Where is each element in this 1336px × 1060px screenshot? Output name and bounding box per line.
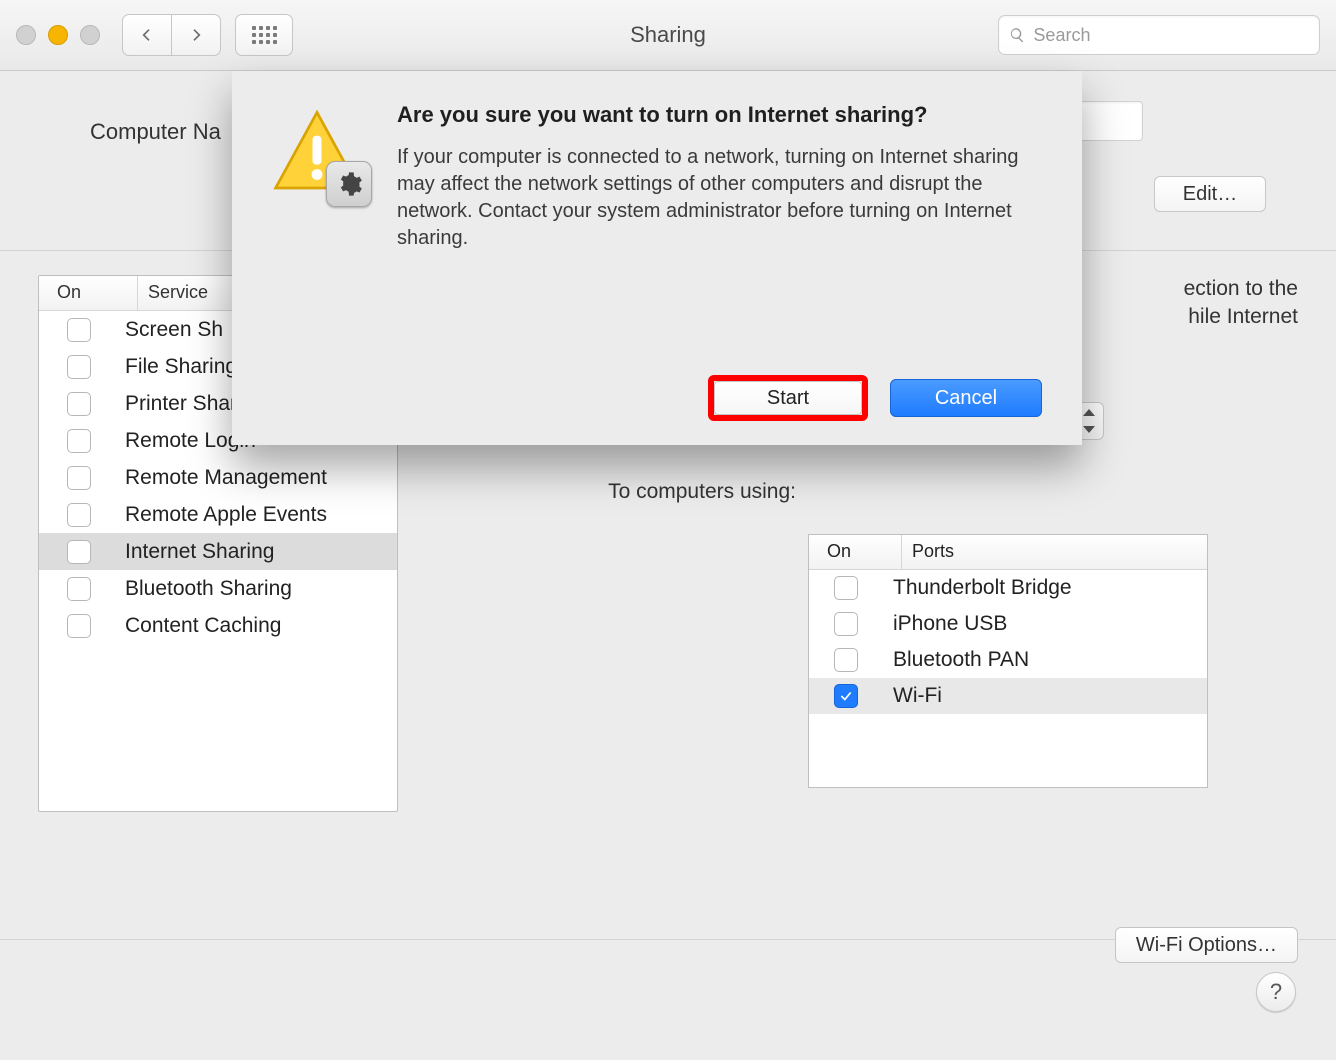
port-row[interactable]: Wi-Fi xyxy=(809,678,1207,714)
service-checkbox[interactable] xyxy=(67,466,91,490)
port-label: iPhone USB xyxy=(883,612,1007,636)
ports-table[interactable]: On Ports Thunderbolt Bridge iPhone USB Blu… xyxy=(808,534,1208,788)
window-controls xyxy=(16,25,100,45)
service-label: Content Caching xyxy=(119,614,397,638)
warning-icon xyxy=(272,107,377,421)
service-checkbox[interactable] xyxy=(67,429,91,453)
port-label: Bluetooth PAN xyxy=(883,648,1029,672)
service-checkbox[interactable] xyxy=(67,318,91,342)
zoom-window-button[interactable] xyxy=(80,25,100,45)
search-icon xyxy=(1009,26,1025,44)
to-computers-label: To computers using: xyxy=(438,474,808,504)
service-label: Remote Apple Events xyxy=(119,503,397,527)
forward-button[interactable] xyxy=(172,14,221,56)
search-input[interactable] xyxy=(1031,24,1309,47)
service-checkbox[interactable] xyxy=(67,540,91,564)
port-row[interactable]: Bluetooth PAN xyxy=(809,642,1207,678)
minimize-window-button[interactable] xyxy=(48,25,68,45)
help-button[interactable]: ? xyxy=(1256,972,1296,1012)
port-checkbox[interactable] xyxy=(834,684,858,708)
dialog-title: Are you sure you want to turn on Interne… xyxy=(397,101,1042,130)
nav-buttons xyxy=(122,14,221,56)
computer-name-label: Computer Na xyxy=(90,119,221,145)
ports-header-on: On xyxy=(809,535,902,569)
port-checkbox[interactable] xyxy=(834,576,858,600)
back-button[interactable] xyxy=(122,14,172,56)
grid-icon xyxy=(252,26,277,44)
sharing-prefpane-window: Sharing Computer Na Edit… On Service Scr… xyxy=(0,0,1336,1060)
dialog-message: If your computer is connected to a netwo… xyxy=(397,144,1042,252)
wifi-options-button[interactable]: Wi-Fi Options… xyxy=(1115,927,1298,963)
cancel-button[interactable]: Cancel xyxy=(890,379,1042,417)
port-label: Thunderbolt Bridge xyxy=(883,576,1072,600)
services-header-on: On xyxy=(39,276,138,310)
service-checkbox[interactable] xyxy=(67,392,91,416)
chevron-left-icon xyxy=(139,27,155,43)
service-row[interactable]: Bluetooth Sharing xyxy=(39,570,397,607)
service-label: Remote Management xyxy=(119,466,397,490)
service-label: Internet Sharing xyxy=(119,540,397,564)
start-button-highlight: Start xyxy=(708,375,868,421)
service-label: Bluetooth Sharing xyxy=(119,577,397,601)
service-checkbox[interactable] xyxy=(67,355,91,379)
ports-header-ports: Ports xyxy=(902,535,1207,569)
service-row[interactable]: Internet Sharing xyxy=(39,533,397,570)
service-row[interactable]: Remote Apple Events xyxy=(39,496,397,533)
chevron-right-icon xyxy=(188,27,204,43)
service-checkbox[interactable] xyxy=(67,577,91,601)
updown-arrows-icon xyxy=(1081,409,1097,433)
start-button[interactable]: Start xyxy=(714,381,862,415)
service-checkbox[interactable] xyxy=(67,503,91,527)
system-preferences-badge-icon xyxy=(326,161,372,207)
port-checkbox[interactable] xyxy=(834,648,858,672)
port-label: Wi-Fi xyxy=(883,684,942,708)
port-row[interactable]: iPhone USB xyxy=(809,606,1207,642)
titlebar: Sharing xyxy=(0,0,1336,71)
confirm-internet-sharing-dialog: Are you sure you want to turn on Interne… xyxy=(232,71,1082,445)
edit-hostname-button[interactable]: Edit… xyxy=(1154,176,1266,212)
close-window-button[interactable] xyxy=(16,25,36,45)
service-row[interactable]: Remote Management xyxy=(39,459,397,496)
port-checkbox[interactable] xyxy=(834,612,858,636)
service-row[interactable]: Content Caching xyxy=(39,607,397,644)
show-all-prefs-button[interactable] xyxy=(235,14,293,56)
search-field[interactable] xyxy=(998,15,1320,55)
port-row[interactable]: Thunderbolt Bridge xyxy=(809,570,1207,606)
service-checkbox[interactable] xyxy=(67,614,91,638)
ports-header: On Ports xyxy=(809,535,1207,570)
